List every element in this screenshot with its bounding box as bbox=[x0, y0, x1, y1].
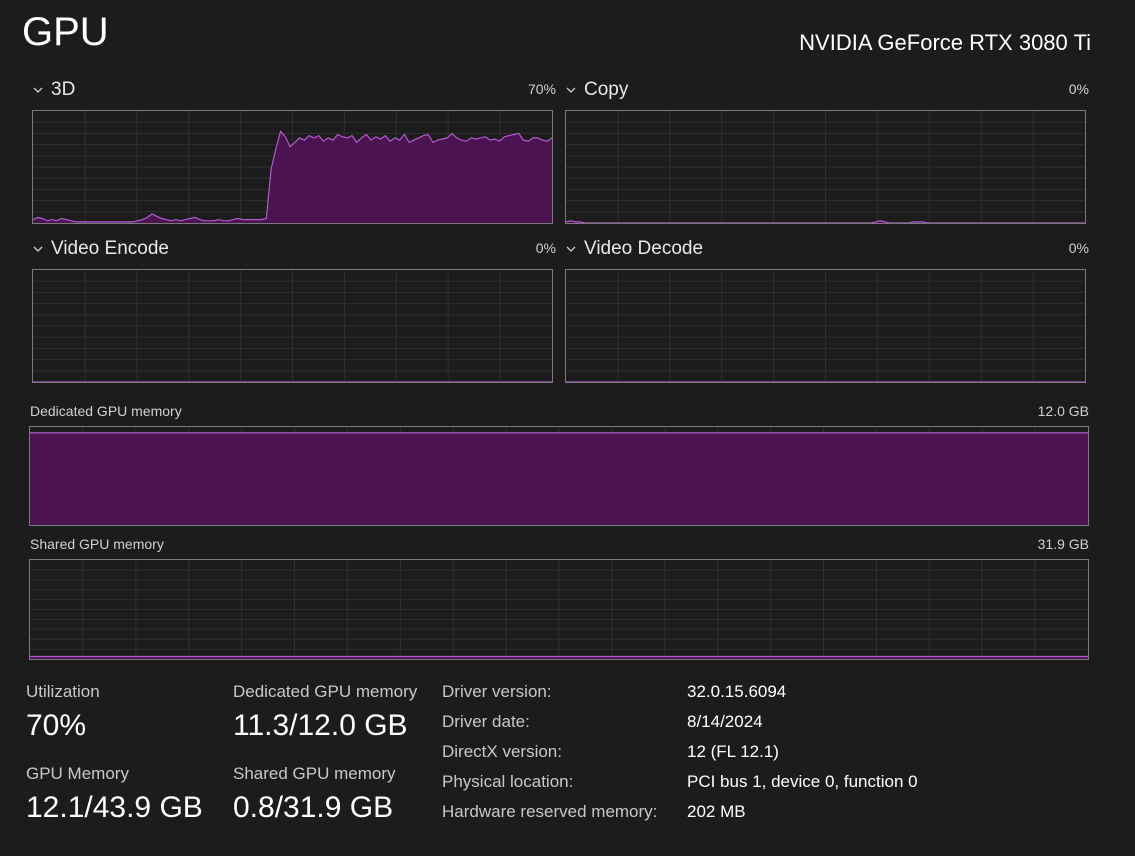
engine-label: Video Decode bbox=[584, 238, 704, 259]
memory-usage-area bbox=[30, 432, 1088, 525]
engine-graph-video-encode bbox=[32, 269, 553, 383]
engine-label: Video Encode bbox=[51, 238, 169, 259]
gpu-memory-value: 12.1/43.9 GB bbox=[26, 791, 203, 824]
shared-memory-label: Shared GPU memory bbox=[233, 764, 396, 783]
utilization-value: 70% bbox=[26, 709, 87, 742]
chevron-down-icon bbox=[33, 87, 43, 93]
info-value: PCI bus 1, device 0, function 0 bbox=[687, 772, 918, 791]
graph-grid bbox=[566, 270, 1085, 382]
engine-label: 3D bbox=[51, 79, 76, 100]
graph-canvas bbox=[33, 111, 552, 223]
engine-selector-video-decode[interactable]: Video Decode bbox=[566, 238, 703, 260]
shared-memory-graph-label: Shared GPU memory bbox=[30, 536, 164, 552]
dedicated-memory-graph-max: 12.0 GB bbox=[1037, 403, 1089, 419]
info-value: 12 (FL 12.1) bbox=[687, 742, 779, 761]
info-value: 8/14/2024 bbox=[687, 712, 763, 731]
graph-grid bbox=[30, 560, 1088, 659]
shared-memory-graph bbox=[29, 559, 1089, 660]
dedicated-memory-value: 11.3/12.0 GB bbox=[233, 709, 408, 742]
gpu-model-name: NVIDIA GeForce RTX 3080 Ti bbox=[799, 30, 1091, 55]
utilization-label: Utilization bbox=[26, 682, 100, 701]
info-label: DirectX version: bbox=[442, 742, 562, 761]
graph-grid bbox=[566, 111, 1085, 223]
info-value: 32.0.15.6094 bbox=[687, 682, 787, 701]
graph-canvas bbox=[30, 427, 1088, 525]
shared-memory-value: 0.8/31.9 GB bbox=[233, 791, 394, 824]
graph-canvas bbox=[30, 560, 1088, 659]
chevron-down-icon bbox=[566, 246, 576, 252]
dedicated-memory-graph bbox=[29, 426, 1089, 526]
chevron-down-icon bbox=[566, 87, 576, 93]
info-label: Driver date: bbox=[442, 712, 530, 731]
engine-selector-copy[interactable]: Copy bbox=[566, 79, 628, 101]
shared-memory-graph-max: 31.9 GB bbox=[1037, 536, 1089, 552]
engine-selector-video-encode[interactable]: Video Encode bbox=[33, 238, 169, 260]
chevron-down-icon bbox=[33, 246, 43, 252]
engine-percent: 0% bbox=[1068, 81, 1089, 97]
info-label: Hardware reserved memory: bbox=[442, 802, 658, 821]
info-label: Driver version: bbox=[442, 682, 552, 701]
info-value: 202 MB bbox=[687, 802, 746, 821]
engine-label: Copy bbox=[584, 79, 629, 100]
info-label: Physical location: bbox=[442, 772, 574, 791]
dedicated-memory-label: Dedicated GPU memory bbox=[233, 682, 418, 701]
dedicated-memory-graph-label: Dedicated GPU memory bbox=[30, 403, 182, 419]
graph-grid bbox=[33, 270, 552, 382]
engine-percent: 0% bbox=[535, 240, 556, 256]
engine-percent: 0% bbox=[1068, 240, 1089, 256]
engine-selector-3d[interactable]: 3D bbox=[33, 79, 75, 101]
gpu-memory-label: GPU Memory bbox=[26, 764, 129, 783]
graph-canvas bbox=[566, 111, 1085, 223]
graph-canvas bbox=[566, 270, 1085, 382]
graph-canvas bbox=[33, 270, 552, 382]
engine-graph-video-decode bbox=[565, 269, 1086, 383]
page-title: GPU bbox=[22, 10, 109, 54]
engine-percent: 70% bbox=[527, 81, 556, 97]
engine-graph-copy bbox=[565, 110, 1086, 224]
engine-graph-3d bbox=[32, 110, 553, 224]
